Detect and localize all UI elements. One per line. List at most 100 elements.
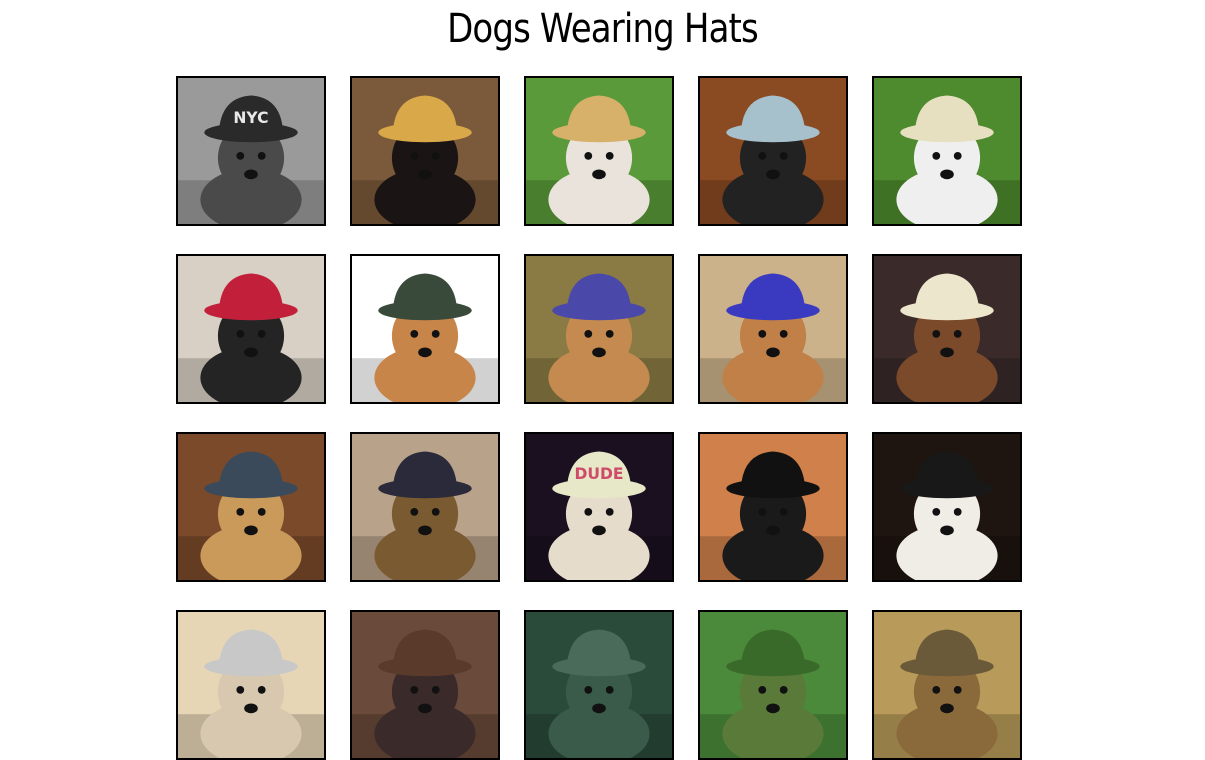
hat-text: NYC xyxy=(233,109,268,127)
dog-eye xyxy=(605,685,614,694)
dog-eye xyxy=(758,507,767,516)
dog-eye xyxy=(584,685,593,694)
dog-photo-thumbnail[interactable] xyxy=(350,610,500,760)
dog-nose xyxy=(766,703,780,714)
dog-eye xyxy=(605,151,614,160)
dog-eye xyxy=(584,329,593,338)
dog-eye xyxy=(584,151,593,160)
dog-eye xyxy=(758,685,767,694)
dog-photo-thumbnail[interactable] xyxy=(524,610,674,760)
dog-photo-thumbnail[interactable] xyxy=(698,254,848,404)
dog-nose xyxy=(244,525,258,536)
dog-eye xyxy=(410,685,419,694)
dog-photo-thumbnail[interactable] xyxy=(350,76,500,226)
dog-photo-thumbnail[interactable] xyxy=(350,432,500,582)
dog-photo-image xyxy=(178,256,324,402)
dog-eye xyxy=(779,151,788,160)
dog-eye xyxy=(932,151,941,160)
dog-photo-image xyxy=(178,434,324,580)
dog-eye xyxy=(431,507,440,516)
dog-photo-thumbnail[interactable] xyxy=(524,76,674,226)
dog-eye xyxy=(584,507,593,516)
hat-text: DUDE xyxy=(574,465,623,483)
dog-photo-image: DUDE xyxy=(526,434,672,580)
dog-nose xyxy=(418,703,432,714)
dog-eye xyxy=(605,329,614,338)
dog-nose xyxy=(940,347,954,358)
dog-nose xyxy=(418,347,432,358)
dog-photo-thumbnail[interactable] xyxy=(176,610,326,760)
dog-photo-thumbnail[interactable] xyxy=(872,610,1022,760)
dog-photo-image xyxy=(526,78,672,224)
dog-eye xyxy=(236,685,245,694)
dog-nose xyxy=(244,703,258,714)
dog-photo-thumbnail[interactable] xyxy=(698,76,848,226)
dog-nose xyxy=(418,169,432,180)
dog-photo-image xyxy=(874,256,1020,402)
dog-photo-image xyxy=(352,78,498,224)
dog-eye xyxy=(236,329,245,338)
dog-eye xyxy=(953,685,962,694)
dog-nose xyxy=(592,169,606,180)
dog-photo-image xyxy=(526,612,672,758)
dog-nose xyxy=(940,169,954,180)
dog-photo-thumbnail[interactable] xyxy=(872,254,1022,404)
dog-photo-thumbnail[interactable] xyxy=(350,254,500,404)
dog-eye xyxy=(431,151,440,160)
dog-photo-image xyxy=(700,434,846,580)
dog-eye xyxy=(257,329,266,338)
dog-eye xyxy=(410,329,419,338)
dog-photo-image: NYC xyxy=(178,78,324,224)
dog-eye xyxy=(953,507,962,516)
dog-eye xyxy=(257,685,266,694)
dog-eye xyxy=(932,329,941,338)
dog-nose xyxy=(766,169,780,180)
dog-eye xyxy=(932,507,941,516)
dog-photo-image xyxy=(352,256,498,402)
dog-photo-thumbnail[interactable] xyxy=(698,610,848,760)
dog-eye xyxy=(779,685,788,694)
dog-photo-thumbnail[interactable]: DUDE xyxy=(524,432,674,582)
dog-nose xyxy=(766,525,780,536)
dog-photo-image xyxy=(700,78,846,224)
dog-eye xyxy=(257,507,266,516)
dog-nose xyxy=(940,703,954,714)
dog-photo-image xyxy=(700,256,846,402)
dog-eye xyxy=(431,685,440,694)
dog-eye xyxy=(431,329,440,338)
dog-photo-thumbnail[interactable]: NYC xyxy=(176,76,326,226)
dog-photo-thumbnail[interactable] xyxy=(176,254,326,404)
dog-nose xyxy=(592,525,606,536)
dog-eye xyxy=(236,151,245,160)
dog-nose xyxy=(244,347,258,358)
dog-nose xyxy=(766,347,780,358)
dog-photo-image xyxy=(874,434,1020,580)
dog-eye xyxy=(410,507,419,516)
dog-nose xyxy=(592,347,606,358)
dog-nose xyxy=(244,169,258,180)
dog-nose xyxy=(940,525,954,536)
dog-eye xyxy=(758,329,767,338)
dog-eye xyxy=(410,151,419,160)
dog-photo-thumbnail[interactable] xyxy=(524,254,674,404)
page-title: Dogs Wearing Hats xyxy=(447,6,759,52)
dog-nose xyxy=(592,703,606,714)
dog-photo-image xyxy=(526,256,672,402)
dog-eye xyxy=(953,329,962,338)
dog-photo-image xyxy=(178,612,324,758)
dog-photo-thumbnail[interactable] xyxy=(872,76,1022,226)
dog-eye xyxy=(779,329,788,338)
dog-photo-image xyxy=(352,434,498,580)
dog-eye xyxy=(605,507,614,516)
dog-eye xyxy=(236,507,245,516)
dog-nose xyxy=(418,525,432,536)
dog-photo-thumbnail[interactable] xyxy=(698,432,848,582)
dog-photo-image xyxy=(352,612,498,758)
dog-photo-image xyxy=(700,612,846,758)
dog-photo-image xyxy=(874,78,1020,224)
dog-eye xyxy=(932,685,941,694)
dog-photo-thumbnail[interactable] xyxy=(176,432,326,582)
dog-eye xyxy=(779,507,788,516)
dog-photo-thumbnail[interactable] xyxy=(872,432,1022,582)
dog-photo-image xyxy=(874,612,1020,758)
